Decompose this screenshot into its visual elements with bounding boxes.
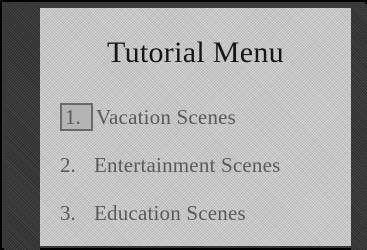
menu-item-vacation-scenes[interactable]: 1. Vacation Scenes bbox=[60, 102, 351, 132]
menu-item-number: 1. bbox=[60, 103, 93, 131]
menu-item-label: Education Scenes bbox=[94, 200, 246, 225]
left-border-strip bbox=[4, 4, 40, 250]
menu-item-label: Entertainment Scenes bbox=[94, 152, 281, 177]
window-frame: Tutorial Menu 1. Vacation Scenes 2. Ente… bbox=[0, 0, 367, 250]
menu-panel: Tutorial Menu 1. Vacation Scenes 2. Ente… bbox=[40, 8, 351, 246]
menu-item-entertainment-scenes[interactable]: 2. Entertainment Scenes bbox=[60, 150, 351, 180]
menu-title: Tutorial Menu bbox=[107, 36, 284, 69]
menu-item-number: 2. bbox=[60, 152, 76, 177]
menu-item-education-scenes[interactable]: 3. Education Scenes bbox=[60, 198, 351, 228]
menu-item-number: 3. bbox=[60, 200, 76, 225]
menu-item-label: Vacation Scenes bbox=[96, 104, 237, 129]
right-border-strip bbox=[351, 4, 367, 250]
